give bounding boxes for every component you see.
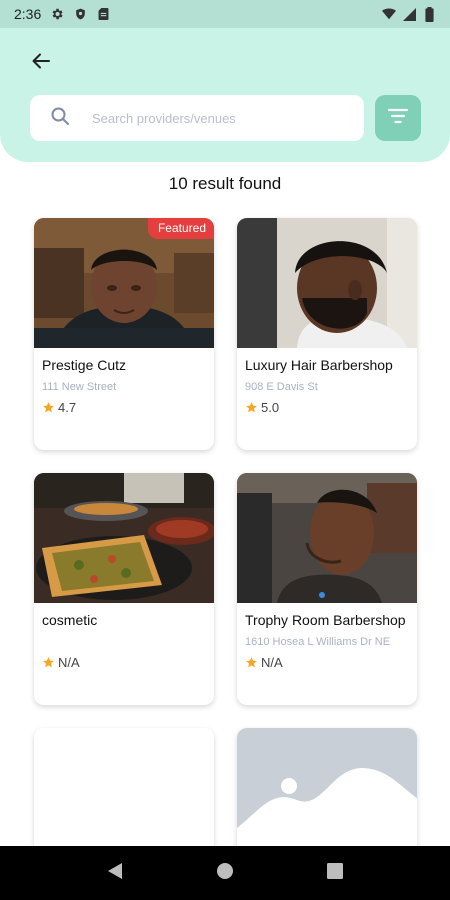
image-placeholder-icon [237,728,417,858]
signal-icon [402,7,416,21]
recents-square-icon [327,862,343,884]
filter-lines-icon [387,108,409,129]
home-circle-icon [216,862,234,885]
card-body: Trophy Room Barbershop 1610 Hosea L Will… [237,603,417,670]
provider-address: 1610 Hosea L Williams Dr NE [245,636,391,648]
shield-icon [73,7,87,21]
gear-icon [50,7,64,21]
provider-rating: N/A [42,655,206,670]
star-icon [246,402,257,413]
featured-badge: Featured [147,218,214,239]
arrow-left-icon [32,53,50,74]
star-icon [246,657,257,668]
rating-value: N/A [261,655,283,670]
search-input[interactable] [92,110,332,126]
search-icon [50,106,70,131]
provider-name: Prestige Cutz [42,357,127,373]
navigation-bar [0,846,450,900]
star-icon [43,402,54,413]
nav-home-button[interactable] [205,853,245,893]
provider-rating: 5.0 [245,400,409,415]
provider-photo [34,473,214,603]
provider-address: 111 New Street [42,381,117,393]
provider-address: 908 E Davis St [245,381,318,393]
status-bar: 2:36 [0,0,450,28]
back-button[interactable] [26,48,56,78]
search-box[interactable] [30,95,364,141]
star-icon [43,657,54,668]
provider-card[interactable]: Luxury Hair Barbershop 908 E Davis St 5.… [237,218,417,450]
header [0,28,450,162]
back-triangle-icon [107,862,123,885]
provider-name: Luxury Hair Barbershop [245,357,393,373]
status-time: 2:36 [14,6,42,22]
status-right [382,6,436,22]
provider-photo: Featured [34,218,214,348]
status-left: 2:36 [14,6,110,22]
filter-button[interactable] [375,95,421,141]
nav-recents-button[interactable] [315,853,355,893]
provider-rating: N/A [245,655,409,670]
card-body: cosmetic N/A [34,603,214,670]
provider-photo [237,218,417,348]
battery-icon [422,6,436,22]
provider-name: Trophy Room Barbershop [245,612,406,628]
provider-photo-blank [34,728,214,858]
provider-name: cosmetic [42,612,98,628]
rating-value: 5.0 [261,400,280,415]
rating-value: N/A [58,655,80,670]
card-body: Prestige Cutz 111 New Street 4.7 [34,348,214,415]
provider-card[interactable]: Trophy Room Barbershop 1610 Hosea L Will… [237,473,417,705]
provider-card[interactable]: Featured Prestige Cutz 111 New Street 4.… [34,218,214,450]
wifi-icon [382,7,396,21]
provider-address [42,636,206,649]
result-count: 10 result found [168,174,282,193]
provider-rating: 4.7 [42,400,206,415]
sim-card-icon [96,7,110,21]
rating-value: 4.7 [58,400,77,415]
provider-card[interactable]: cosmetic N/A [34,473,214,705]
screen: 2:36 Search providers/venues 10 result f… [0,0,450,900]
card-body: Luxury Hair Barbershop 908 E Davis St 5.… [237,348,417,415]
nav-back-button[interactable] [95,853,135,893]
provider-photo [237,473,417,603]
